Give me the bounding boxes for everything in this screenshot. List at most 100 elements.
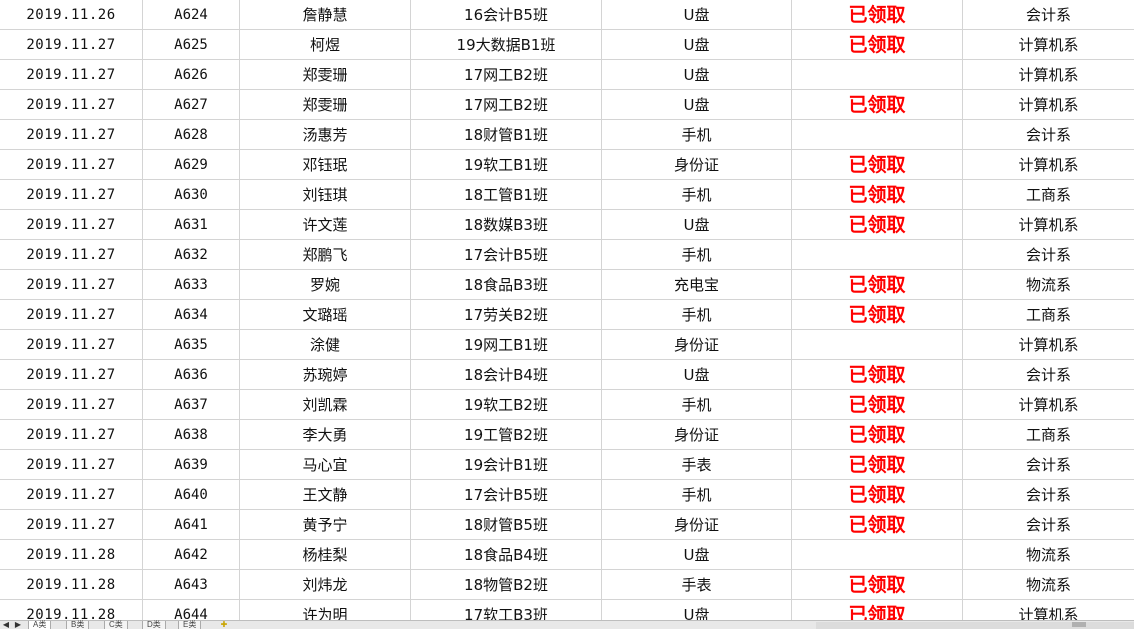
department-cell[interactable]: 会计系 [963,240,1134,270]
status-cell[interactable]: 已领取 [792,270,963,300]
item-cell[interactable]: U盘 [602,0,792,30]
name-cell[interactable]: 李大勇 [240,420,411,450]
scrollbar-thumb[interactable] [1072,622,1086,627]
date-cell[interactable]: 2019.11.27 [0,210,143,240]
id-cell[interactable]: A644 [143,600,240,620]
status-cell[interactable]: 已领取 [792,570,963,600]
date-cell[interactable]: 2019.11.27 [0,60,143,90]
class-cell[interactable]: 17会计B5班 [411,240,602,270]
department-cell[interactable]: 计算机系 [963,30,1134,60]
department-cell[interactable]: 工商系 [963,300,1134,330]
date-cell[interactable]: 2019.11.26 [0,0,143,30]
name-cell[interactable]: 郑鹏飞 [240,240,411,270]
name-cell[interactable]: 邓钰珉 [240,150,411,180]
id-cell[interactable]: A629 [143,150,240,180]
status-cell[interactable]: 已领取 [792,510,963,540]
department-cell[interactable]: 工商系 [963,420,1134,450]
class-cell[interactable]: 17网工B2班 [411,90,602,120]
department-cell[interactable]: 计算机系 [963,390,1134,420]
name-cell[interactable]: 罗婉 [240,270,411,300]
class-cell[interactable]: 18数媒B3班 [411,210,602,240]
date-cell[interactable]: 2019.11.27 [0,270,143,300]
status-cell[interactable]: 已领取 [792,30,963,60]
status-cell[interactable]: 已领取 [792,90,963,120]
sheet-tab-d[interactable]: D类 [142,621,166,629]
name-cell[interactable]: 黄予宁 [240,510,411,540]
name-cell[interactable]: 文璐瑶 [240,300,411,330]
date-cell[interactable]: 2019.11.27 [0,330,143,360]
name-cell[interactable]: 苏琬婷 [240,360,411,390]
horizontal-scrollbar[interactable] [816,622,1134,629]
item-cell[interactable]: 手机 [602,300,792,330]
class-cell[interactable]: 18食品B4班 [411,540,602,570]
name-cell[interactable]: 刘炜龙 [240,570,411,600]
class-cell[interactable]: 19工管B2班 [411,420,602,450]
date-cell[interactable]: 2019.11.27 [0,150,143,180]
class-cell[interactable]: 17劳关B2班 [411,300,602,330]
department-cell[interactable]: 计算机系 [963,150,1134,180]
class-cell[interactable]: 18财管B1班 [411,120,602,150]
department-cell[interactable]: 会计系 [963,480,1134,510]
department-cell[interactable]: 会计系 [963,510,1134,540]
id-cell[interactable]: A633 [143,270,240,300]
item-cell[interactable]: U盘 [602,600,792,620]
class-cell[interactable]: 19网工B1班 [411,330,602,360]
name-cell[interactable]: 詹静慧 [240,0,411,30]
class-cell[interactable]: 18食品B3班 [411,270,602,300]
item-cell[interactable]: 身份证 [602,510,792,540]
status-cell[interactable]: 已领取 [792,600,963,620]
date-cell[interactable]: 2019.11.28 [0,540,143,570]
item-cell[interactable]: 手机 [602,480,792,510]
item-cell[interactable]: 手表 [602,570,792,600]
id-cell[interactable]: A628 [143,120,240,150]
sheet-tab-b[interactable]: B类 [66,621,90,629]
name-cell[interactable]: 许为明 [240,600,411,620]
first-sheet-nav-icon[interactable]: ◀ [0,621,12,629]
name-cell[interactable]: 马心宜 [240,450,411,480]
department-cell[interactable]: 会计系 [963,0,1134,30]
item-cell[interactable]: U盘 [602,540,792,570]
class-cell[interactable]: 19软工B2班 [411,390,602,420]
id-cell[interactable]: A637 [143,390,240,420]
class-cell[interactable]: 17会计B5班 [411,480,602,510]
date-cell[interactable]: 2019.11.27 [0,180,143,210]
item-cell[interactable]: 手机 [602,240,792,270]
class-cell[interactable]: 18会计B4班 [411,360,602,390]
item-cell[interactable]: U盘 [602,360,792,390]
name-cell[interactable]: 汤惠芳 [240,120,411,150]
date-cell[interactable]: 2019.11.27 [0,450,143,480]
id-cell[interactable]: A627 [143,90,240,120]
status-cell[interactable]: 已领取 [792,450,963,480]
id-cell[interactable]: A632 [143,240,240,270]
department-cell[interactable]: 计算机系 [963,90,1134,120]
status-cell[interactable] [792,120,963,150]
status-cell[interactable]: 已领取 [792,300,963,330]
id-cell[interactable]: A636 [143,360,240,390]
name-cell[interactable]: 郑雯珊 [240,90,411,120]
sheet-tab-a[interactable]: A类 [28,621,52,629]
id-cell[interactable]: A626 [143,60,240,90]
class-cell[interactable]: 16会计B5班 [411,0,602,30]
date-cell[interactable]: 2019.11.27 [0,480,143,510]
class-cell[interactable]: 17软工B3班 [411,600,602,620]
item-cell[interactable]: 手机 [602,180,792,210]
date-cell[interactable]: 2019.11.27 [0,390,143,420]
status-cell[interactable]: 已领取 [792,390,963,420]
date-cell[interactable]: 2019.11.27 [0,240,143,270]
name-cell[interactable]: 杨桂梨 [240,540,411,570]
item-cell[interactable]: U盘 [602,90,792,120]
status-cell[interactable]: 已领取 [792,150,963,180]
department-cell[interactable]: 计算机系 [963,330,1134,360]
class-cell[interactable]: 19大数据B1班 [411,30,602,60]
name-cell[interactable]: 涂健 [240,330,411,360]
class-cell[interactable]: 18物管B2班 [411,570,602,600]
id-cell[interactable]: A640 [143,480,240,510]
department-cell[interactable]: 会计系 [963,360,1134,390]
id-cell[interactable]: A624 [143,0,240,30]
department-cell[interactable]: 计算机系 [963,210,1134,240]
department-cell[interactable]: 工商系 [963,180,1134,210]
item-cell[interactable]: U盘 [602,30,792,60]
item-cell[interactable]: 手表 [602,450,792,480]
department-cell[interactable]: 计算机系 [963,600,1134,620]
name-cell[interactable]: 刘钰琪 [240,180,411,210]
